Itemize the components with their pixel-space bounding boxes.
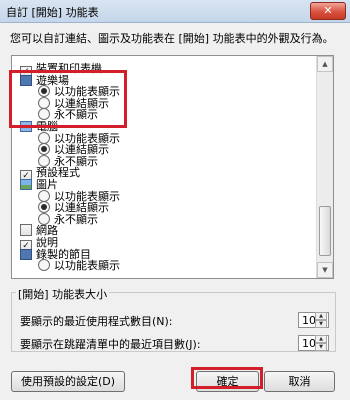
recorded-tv-icon (20, 248, 32, 260)
jump-list-stepper[interactable]: ▲ ▼ (315, 335, 327, 351)
scroll-down-button[interactable]: ▼ (317, 262, 333, 278)
red-highlight-ok-button (191, 367, 263, 389)
list-scrollbar[interactable]: ▲ ▼ (316, 56, 333, 278)
close-button[interactable]: ✕ (310, 2, 346, 20)
window-title: 自訂 [開始] 功能表 (6, 6, 99, 19)
recent-programs-label: 要顯示的最近使用程式數目(N): (20, 315, 173, 328)
red-highlight-games-option (9, 70, 127, 128)
stepper-down-icon[interactable]: ▼ (315, 320, 327, 328)
description-text: 您可以自訂連結、圖示及功能表在 [開始] 功能表中的外觀及行為。 (10, 32, 334, 45)
picture-icon (20, 179, 32, 190)
list-item-label: 永不顯示 (54, 212, 98, 226)
menu-size-group-title: [開始] 功能表大小 (16, 286, 110, 302)
use-defaults-button[interactable]: 使用預設的設定(D) (11, 371, 125, 392)
title-bar: 自訂 [開始] 功能表 ✕ (0, 0, 350, 23)
close-icon: ✕ (323, 4, 333, 17)
scroll-thumb[interactable] (319, 206, 331, 256)
customize-start-menu-dialog: 自訂 [開始] 功能表 ✕ 您可以自訂連結、圖示及功能表在 [開始] 功能表中的… (0, 0, 350, 400)
list-item-label: 以功能表顯示 (54, 259, 120, 273)
stepper-down-icon[interactable]: ▼ (315, 343, 327, 351)
stepper-up-icon[interactable]: ▲ (315, 335, 327, 343)
list-item[interactable]: 以功能表顯示 (38, 258, 120, 273)
cancel-button[interactable]: 取消 (264, 371, 335, 392)
stepper-up-icon[interactable]: ▲ (315, 312, 327, 320)
jump-list-label: 要顯示在跳躍清單中的最近項目數(J): (20, 338, 201, 351)
scroll-up-button[interactable]: ▲ (317, 56, 333, 72)
radio-button[interactable] (38, 259, 50, 272)
recent-programs-stepper[interactable]: ▲ ▼ (315, 312, 327, 328)
